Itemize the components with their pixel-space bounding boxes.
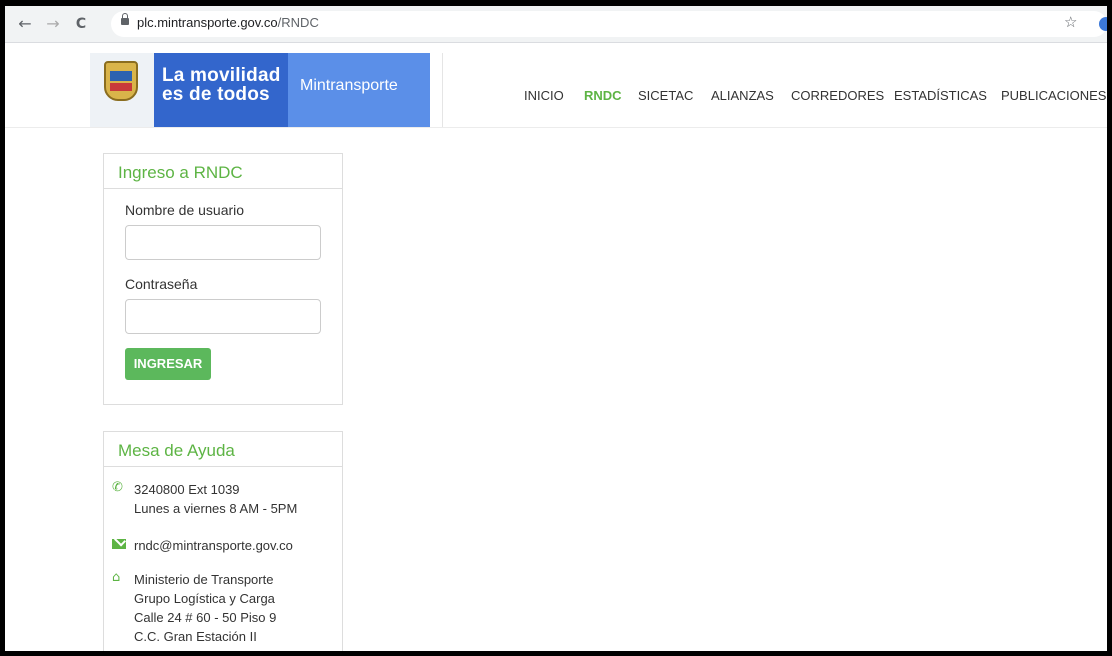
address-line-3: Calle 24 # 60 - 50 Piso 9 bbox=[134, 610, 277, 625]
phone-icon: ✆ bbox=[112, 480, 123, 495]
nav-sicetac[interactable]: SICETAC bbox=[638, 88, 693, 103]
email-link[interactable]: rndc@mintransporte.gov.co bbox=[134, 536, 293, 555]
login-panel: Ingreso a RNDC Nombre de usuario Contras… bbox=[103, 153, 343, 405]
password-input[interactable] bbox=[125, 299, 321, 334]
address-line-2: Grupo Logística y Carga bbox=[134, 591, 275, 606]
site-header: La movilidad es de todos Mintransporte I… bbox=[5, 43, 1107, 128]
url-text: plc.mintransporte.gov.co/RNDC bbox=[137, 15, 319, 30]
address-line-1: Ministerio de Transporte bbox=[134, 572, 274, 587]
bookmark-star-icon[interactable]: ☆ bbox=[1064, 13, 1077, 31]
forward-icon[interactable]: → bbox=[43, 14, 63, 34]
help-desk-panel: Mesa de Ayuda ✆ 3240800 Ext 1039 Lunes a… bbox=[103, 431, 343, 651]
nav-inicio[interactable]: INICIO bbox=[524, 88, 564, 103]
reload-icon[interactable]: C bbox=[71, 14, 91, 34]
nav-publicaciones[interactable]: PUBLICACIONES bbox=[1001, 88, 1106, 103]
home-icon: ⌂ bbox=[112, 570, 121, 585]
phone-hours: Lunes a viernes 8 AM - 5PM bbox=[134, 501, 298, 516]
nav-corredores[interactable]: CORREDORES bbox=[791, 88, 884, 103]
username-label: Nombre de usuario bbox=[125, 202, 245, 218]
back-icon[interactable]: ← bbox=[15, 14, 35, 34]
main-nav: INICIO RNDC SICETAC ALIANZAS CORREDORES … bbox=[5, 88, 1107, 108]
help-phone: ✆ 3240800 Ext 1039 Lunes a viernes 8 AM … bbox=[112, 480, 332, 520]
browser-toolbar: ← → C plc.mintransporte.gov.co/RNDC ☆ bbox=[5, 6, 1107, 43]
extension-icon[interactable] bbox=[1099, 17, 1107, 31]
help-panel-title: Mesa de Ayuda bbox=[104, 432, 342, 467]
url-path: /RNDC bbox=[277, 15, 319, 30]
username-input[interactable] bbox=[125, 225, 321, 260]
envelope-icon bbox=[112, 539, 126, 549]
password-label: Contraseña bbox=[125, 276, 198, 292]
lock-icon bbox=[121, 13, 129, 25]
help-email: rndc@mintransporte.gov.co bbox=[112, 536, 332, 556]
address-line-4: C.C. Gran Estación II bbox=[134, 629, 257, 644]
nav-rndc[interactable]: RNDC bbox=[584, 88, 622, 103]
page-frame: ← → C plc.mintransporte.gov.co/RNDC ☆ La… bbox=[5, 6, 1107, 651]
address-bar[interactable]: plc.mintransporte.gov.co/RNDC ☆ bbox=[111, 11, 1107, 37]
help-address: ⌂ Ministerio de Transporte Grupo Logísti… bbox=[112, 570, 332, 651]
nav-alianzas[interactable]: ALIANZAS bbox=[711, 88, 774, 103]
login-panel-title: Ingreso a RNDC bbox=[104, 154, 342, 189]
nav-estadisticas[interactable]: ESTADÍSTICAS bbox=[894, 88, 987, 103]
url-domain: plc.mintransporte.gov.co bbox=[137, 15, 278, 30]
phone-number: 3240800 Ext 1039 bbox=[134, 482, 240, 497]
login-submit-button[interactable]: INGRESAR bbox=[125, 348, 211, 380]
